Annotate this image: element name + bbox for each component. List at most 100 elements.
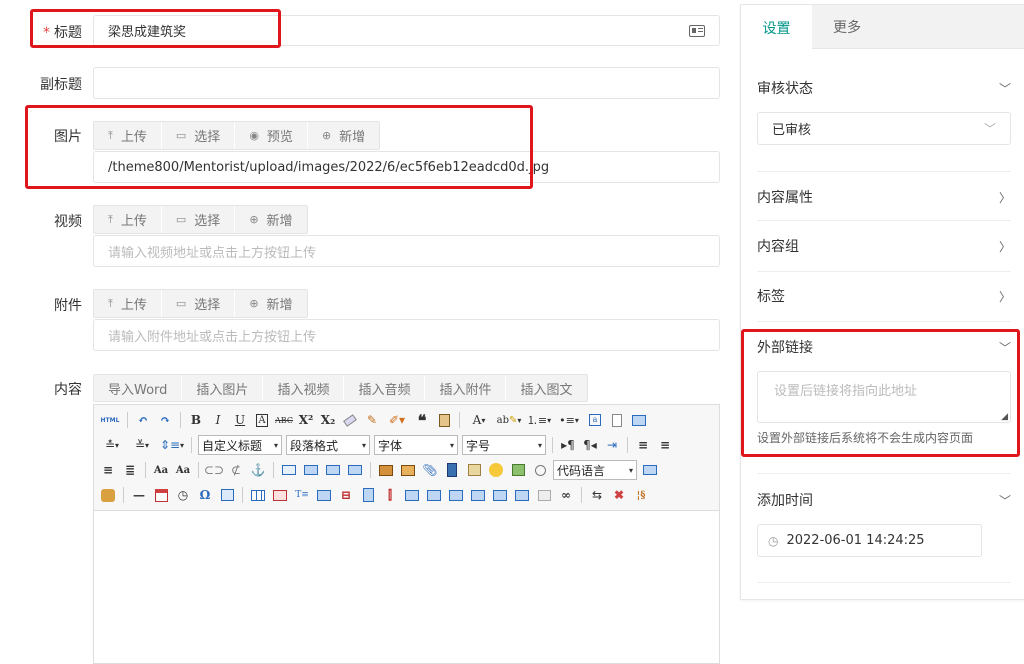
tags-row[interactable]: 标签〉 [757,286,1011,306]
bold-icon[interactable]: B [186,410,206,430]
drafts-icon[interactable]: ⇆ [587,485,607,505]
subtitle-input[interactable] [93,67,720,99]
merge-cells-icon[interactable] [402,485,422,505]
eraser-icon[interactable] [340,410,360,430]
delete-col-icon[interactable]: ⫿ [380,485,400,505]
preview-icon[interactable] [629,410,649,430]
align-center-icon[interactable]: ≡ [655,435,675,455]
auto-format-icon[interactable]: ✐▾ [384,410,410,430]
lowercase-icon[interactable]: Aa [173,460,193,480]
align-right-icon[interactable]: ≡ [98,460,118,480]
merge-down-icon[interactable] [446,485,466,505]
insert-image-button[interactable]: 插入图片 [181,375,262,401]
insert-col-icon[interactable] [358,485,378,505]
word-image-icon[interactable] [217,485,237,505]
uppercase-icon[interactable]: Aa [151,460,171,480]
video-add-button[interactable]: ⊕ 新增 [234,206,306,233]
video-select-button[interactable]: ▭ 选择 [160,206,234,233]
external-link-textarea[interactable]: 设置后链接将指向此地址 ◢ [757,371,1011,423]
delete-row-icon[interactable]: ⊟ [336,485,356,505]
clear-document-icon[interactable] [607,410,627,430]
paragraph-spacing-top-icon[interactable]: ≛ ▾ [98,435,126,455]
review-status-header[interactable]: 审核状态 ﹀ [757,78,1011,98]
underline-icon[interactable]: U [230,410,250,430]
align-left-icon[interactable]: ≡ [633,435,653,455]
custom-heading-select[interactable]: 自定义标题 ▾ [198,435,282,455]
insert-table-icon[interactable] [248,485,268,505]
blockquote-icon[interactable]: ❝ [412,410,432,430]
split-cols-icon[interactable] [512,485,532,505]
video-upload-button[interactable]: ⤒ 上传 [94,206,161,233]
link-icon[interactable]: ⊂⊃ [204,460,224,480]
horizontal-rule-icon[interactable]: — [129,485,149,505]
image-select-button[interactable]: ▭ 选择 [160,122,234,149]
card-icon[interactable] [689,24,705,37]
code-language-select[interactable]: 代码语言 ▾ [553,460,637,480]
page-break-icon[interactable] [640,460,660,480]
attachment-icon[interactable]: 📎︎ [420,460,440,480]
redo-icon[interactable]: ↷ [155,410,175,430]
image-right-icon[interactable] [323,460,343,480]
image-add-button[interactable]: ⊕ 新增 [306,122,379,149]
insert-paragraph-before-table-icon[interactable]: T≡ [292,485,312,505]
external-link-header[interactable]: 外部链接 ﹀ [757,337,1011,357]
add-time-input[interactable]: ◷ 2022-06-01 14:24:25 [757,524,982,557]
rtl-icon[interactable]: ¶◂ [580,435,600,455]
html-source-icon[interactable]: HTML [98,410,122,430]
attachment-input[interactable]: 请输入附件地址或点击上方按钮上传 [93,319,720,351]
insert-row-icon[interactable] [314,485,334,505]
font-family-select[interactable]: 字体 ▾ [374,435,458,455]
emotion-icon[interactable] [486,460,506,480]
insert-article-button[interactable]: 插入图文 [505,375,586,401]
insert-code-icon[interactable] [530,460,550,480]
background-color-icon[interactable]: ab ✎ ▾ [495,410,523,430]
insert-audio-button[interactable]: 插入音频 [343,375,424,401]
paragraph-spacing-bottom-icon[interactable]: ≚ ▾ [128,435,156,455]
charts-icon[interactable]: ✖ [609,485,629,505]
add-time-header[interactable]: 添加时间 ﹀ [757,490,1011,510]
image-center-icon[interactable] [345,460,365,480]
select-all-icon[interactable]: a [585,410,605,430]
simple-upload-icon[interactable] [376,460,396,480]
insert-video-icon[interactable] [442,460,462,480]
special-char-icon[interactable]: Ω [195,485,215,505]
review-status-select[interactable]: 已审核 ﹀ [757,112,1011,145]
video-input[interactable]: 请输入视频地址或点击上方按钮上传 [93,235,720,267]
indent-icon[interactable]: ⇥ [602,435,622,455]
content-attr-row[interactable]: 内容属性〉 [757,187,1011,207]
italic-icon[interactable]: I [208,410,228,430]
content-group-row[interactable]: 内容组〉 [757,236,1011,256]
map-icon[interactable] [464,460,484,480]
autotypeset-icon[interactable]: ¦§ [631,485,651,505]
font-border-icon[interactable]: A [252,410,272,430]
background-image-icon[interactable] [508,460,528,480]
attachment-add-button[interactable]: ⊕ 新增 [234,290,306,317]
undo-icon[interactable]: ↶ [133,410,153,430]
image-path-input[interactable]: /theme800/Mentorist/upload/images/2022/6… [93,151,720,183]
align-justify-icon[interactable]: ≣ [120,460,140,480]
insert-image-icon[interactable] [398,460,418,480]
template-icon[interactable] [98,485,118,505]
superscript-icon[interactable]: X² [296,410,316,430]
anchor-icon[interactable]: ⚓ [248,460,268,480]
ltr-icon[interactable]: ▸¶ [558,435,578,455]
font-color-icon[interactable]: A ▾ [465,410,493,430]
attachment-select-button[interactable]: ▭ 选择 [160,290,234,317]
split-rows-icon[interactable] [490,485,510,505]
insert-attachment-button[interactable]: 插入附件 [424,375,505,401]
subscript-icon[interactable]: X₂ [318,410,338,430]
font-size-select[interactable]: 字号 ▾ [462,435,546,455]
insert-video-button[interactable]: 插入视频 [262,375,343,401]
date-icon[interactable] [151,485,171,505]
ordered-list-icon[interactable]: ⒈≡ ▾ [525,410,553,430]
merge-right-icon[interactable] [424,485,444,505]
import-word-button[interactable]: 导入Word [94,375,181,401]
search-replace-icon[interactable]: ∞ [556,485,576,505]
title-input[interactable]: 梁思成建筑奖 [93,15,720,46]
strikethrough-icon[interactable]: ABC [274,410,294,430]
paragraph-format-select[interactable]: 段落格式 ▾ [286,435,370,455]
tab-settings[interactable]: 设置 [741,5,812,50]
unlink-icon[interactable]: ⊄ [226,460,246,480]
image-left-icon[interactable] [301,460,321,480]
unordered-list-icon[interactable]: •≡ ▾ [555,410,583,430]
